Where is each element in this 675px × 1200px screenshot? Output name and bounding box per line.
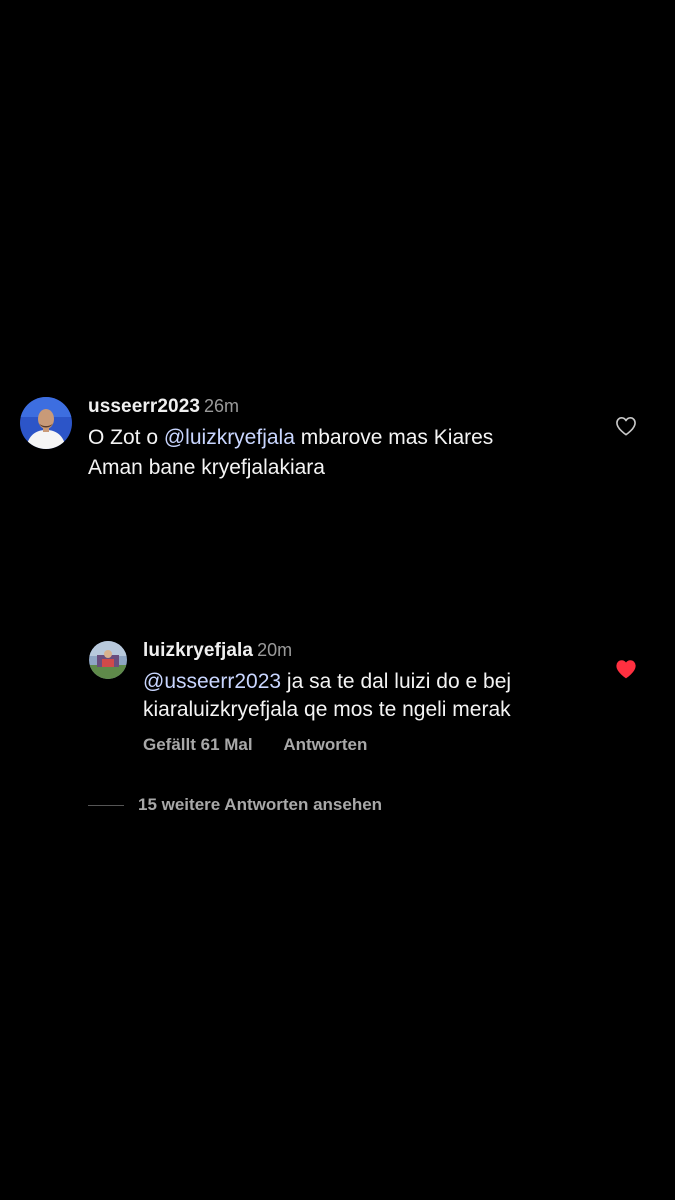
comment-like-button[interactable] <box>615 416 637 436</box>
comment-username[interactable]: usseerr2023 <box>88 396 200 417</box>
reply-text-line-2: kiaraluizkryefjala qe mos te ngeli merak <box>143 698 511 721</box>
comment-timestamp: 26m <box>204 396 240 416</box>
profile-photo <box>20 397 72 449</box>
profile-photo <box>89 641 127 679</box>
comment-mention[interactable]: @luizkryefjala <box>164 426 295 449</box>
comment-text-prefix: O Zot o <box>88 426 164 449</box>
comment-text-suffix: mbarove mas Kiares <box>294 426 494 449</box>
view-more-replies-label: 15 weitere Antworten ansehen <box>138 795 383 814</box>
heart-filled-icon <box>616 660 636 679</box>
heart-outline-icon <box>616 417 636 436</box>
reply-username[interactable]: luizkryefjala <box>143 640 253 661</box>
avatar-usseerr2023[interactable] <box>20 397 72 449</box>
comment-text-line-1: O Zot o @luizkryefjala mbarove mas Kiare… <box>88 423 493 453</box>
reply-text-line-1: @usseerr2023 ja sa te dal luizi do e bej <box>143 667 511 697</box>
reply-mention[interactable]: @usseerr2023 <box>143 670 281 693</box>
reply-actions: Gefällt 61 Mal Antworten <box>143 735 367 755</box>
comment-text-line-2: Aman bane kryefjalakiara <box>88 456 325 479</box>
reply-like-button[interactable] <box>615 659 637 679</box>
reply-text-suffix: ja sa te dal luizi do e bej <box>281 670 512 693</box>
view-more-replies[interactable]: 15 weitere Antworten ansehen <box>88 793 382 817</box>
reply-answer-button[interactable]: Antworten <box>283 735 367 754</box>
comment-header: usseerr2023 26m <box>88 396 239 418</box>
reply-like-count[interactable]: Gefällt 61 Mal <box>143 735 253 754</box>
reply-timestamp: 20m <box>257 640 293 660</box>
divider-line <box>88 804 124 806</box>
avatar-luizkryefjala[interactable] <box>89 641 127 679</box>
reply-header: luizkryefjala 20m <box>143 640 292 662</box>
